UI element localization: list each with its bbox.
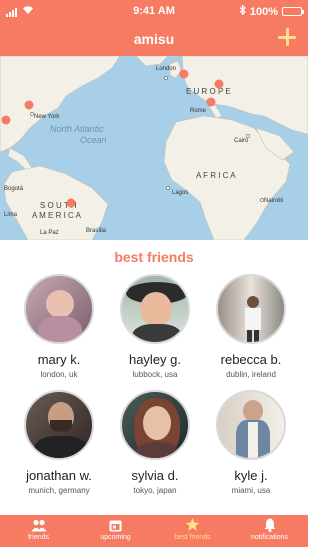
- friend-location: munich, germany: [28, 486, 90, 495]
- calendar-icon: [77, 515, 154, 532]
- map-pin: [179, 69, 189, 79]
- friend-card[interactable]: rebecca b. dublin, ireland: [201, 274, 301, 379]
- tab-upcoming[interactable]: upcoming: [77, 515, 154, 547]
- map-pin: [24, 100, 34, 110]
- avatar: [24, 274, 94, 344]
- map-label-brasilia: Brasília: [86, 228, 107, 234]
- nav-bar: amisu: [0, 22, 308, 56]
- app-title: amisu: [133, 31, 175, 47]
- map-label-europe: E U R O P E: [186, 87, 231, 96]
- map-label-cairo: Cairo: [234, 138, 249, 144]
- tab-notifications[interactable]: notifications: [231, 515, 308, 547]
- friend-location: tokyo, japan: [133, 486, 177, 495]
- friend-location: dublin, ireland: [226, 370, 276, 379]
- map-pin: [66, 198, 76, 208]
- map-pin: [1, 115, 11, 125]
- friend-name: rebecca b.: [220, 352, 282, 367]
- friend-name: sylvia d.: [131, 468, 179, 483]
- battery-icon: [282, 7, 304, 16]
- map-label-lima: Lima: [4, 212, 18, 218]
- map-pin: [206, 97, 216, 107]
- map-label-africa: A F R I C A: [196, 171, 236, 180]
- star-icon: [154, 515, 231, 532]
- map-label-la-paz: La Paz: [40, 230, 59, 236]
- tab-label: notifications: [251, 534, 288, 541]
- friend-card[interactable]: hayley g. lubbock, usa: [105, 274, 205, 379]
- map-label-ocean-1: North Atlantic: [50, 124, 104, 134]
- bell-icon: [231, 515, 308, 532]
- avatar: [120, 274, 190, 344]
- battery-percent: 100%: [249, 5, 278, 18]
- friend-name: kyle j.: [234, 468, 268, 483]
- friend-card[interactable]: sylvia d. tokyo, japan: [105, 390, 205, 495]
- plus-icon[interactable]: [276, 26, 298, 48]
- tab-label: friends: [27, 534, 49, 541]
- map-pin: [214, 79, 224, 89]
- section-title: best friends: [114, 249, 194, 265]
- map-label-new-york: New York: [34, 114, 60, 120]
- friend-location: lubbock, usa: [132, 370, 178, 379]
- avatar: [24, 390, 94, 460]
- friend-location: miami, usa: [231, 486, 271, 495]
- map-label-london: London: [156, 66, 176, 72]
- status-bar: 9:41 AM 100%: [0, 0, 308, 22]
- friend-card[interactable]: mary k. london, uk: [9, 274, 109, 379]
- tab-bar: friends upcoming best friends notificati…: [0, 515, 308, 547]
- avatar: [216, 390, 286, 460]
- tab-label: best friends: [174, 534, 211, 541]
- map-label-nairobi: Nairobi: [264, 198, 283, 204]
- friend-card[interactable]: kyle j. miami, usa: [201, 390, 301, 495]
- map-label-rome: Rome: [190, 108, 207, 114]
- friend-name: mary k.: [37, 352, 81, 367]
- friend-name: hayley g.: [128, 352, 182, 367]
- bluetooth-icon: [239, 4, 246, 18]
- friends-map[interactable]: London E U R O P E Rome New York North A…: [0, 56, 308, 240]
- friend-card[interactable]: jonathan w. munich, germany: [9, 390, 109, 495]
- map-label-ocean-2: Ocean: [80, 135, 107, 145]
- tab-label: upcoming: [100, 534, 131, 541]
- tab-friends[interactable]: friends: [0, 515, 77, 547]
- map-label-america: A M E R I C A: [32, 211, 82, 220]
- map-label-lagos: Lagos: [172, 190, 188, 196]
- friend-name: jonathan w.: [26, 468, 92, 483]
- friend-location: london, uk: [40, 370, 78, 379]
- tab-best-friends[interactable]: best friends: [154, 515, 231, 547]
- avatar: [120, 390, 190, 460]
- map-label-bogota: Bogotá: [4, 186, 24, 192]
- people-icon: [0, 515, 77, 532]
- avatar: [216, 274, 286, 344]
